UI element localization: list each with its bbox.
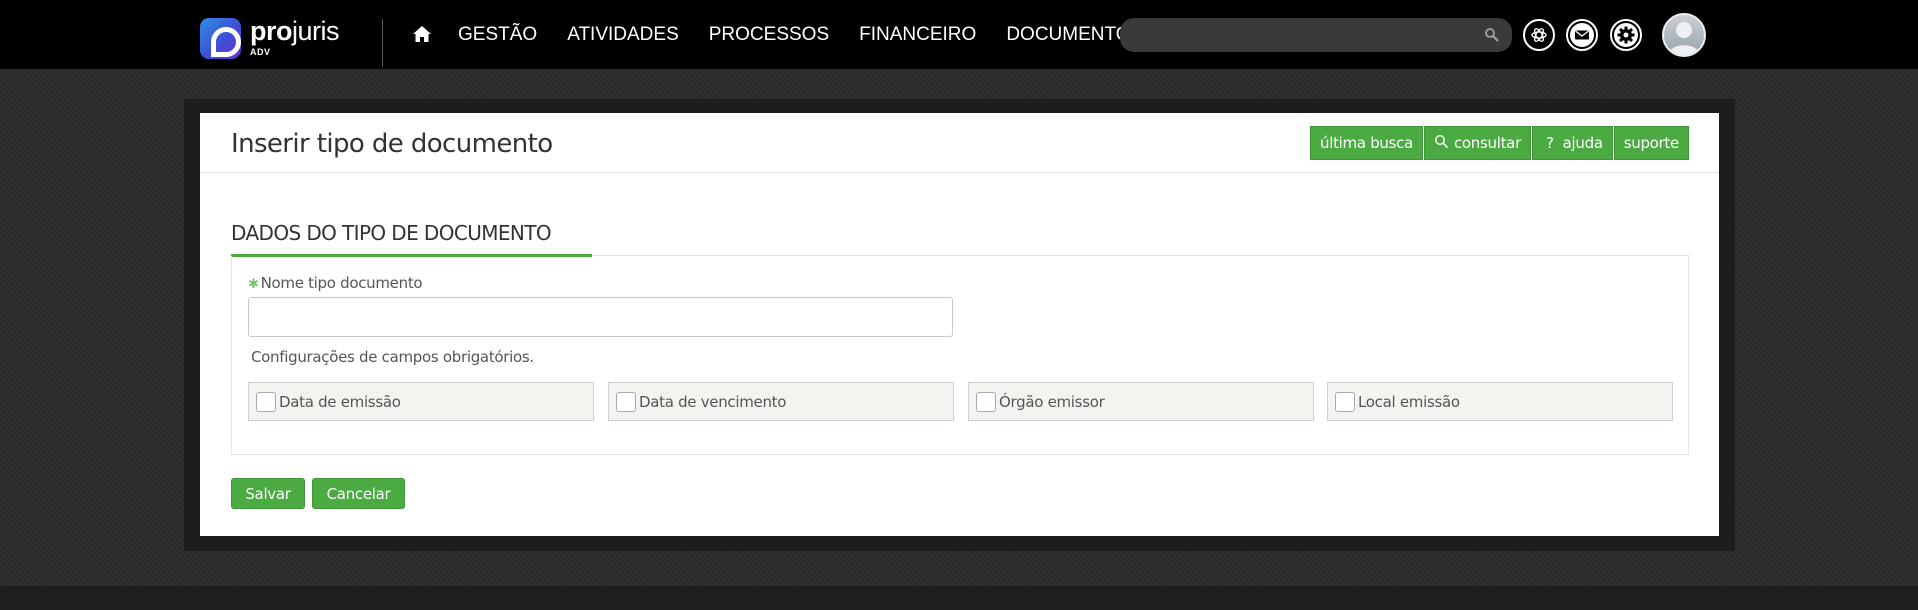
option-label: Data de emissão (279, 392, 401, 411)
checkbox[interactable] (256, 391, 276, 412)
form-panel: Inserir tipo de documento última busca c… (200, 113, 1719, 536)
option-label: Órgão emissor (999, 392, 1105, 411)
nav-item-financeiro[interactable]: FINANCEIRO (859, 24, 976, 46)
search-input[interactable] (1120, 18, 1512, 52)
support-label: suporte (1623, 134, 1680, 152)
nav-item-atividades[interactable]: ATIVIDADES (567, 24, 679, 46)
logo-word-light: juris (292, 16, 340, 46)
footer-strip (0, 586, 1918, 610)
required-fields-hint: Configurações de campos obrigatórios. (251, 348, 534, 366)
cancel-button[interactable]: Cancelar (312, 478, 405, 509)
nav-item-gestao[interactable]: GESTÃO (458, 24, 537, 46)
logo-word-bold: pro (250, 16, 293, 46)
logo-text: projuris ADV (250, 16, 340, 57)
name-field-label-text: Nome tipo documento (260, 274, 423, 292)
panel-header: Inserir tipo de documento última busca c… (200, 113, 1719, 173)
main-nav: GESTÃO ATIVIDADES PROCESSOS FINANCEIRO D… (458, 0, 1173, 69)
last-search-button[interactable]: última busca (1310, 126, 1423, 160)
user-avatar[interactable] (1662, 13, 1706, 57)
mail-icon[interactable] (1566, 19, 1598, 51)
question-icon: ? (1545, 134, 1554, 152)
option-local-emissao[interactable]: Local emissão (1327, 382, 1673, 421)
page-title: Inserir tipo de documento (231, 129, 553, 159)
option-orgao-emissor[interactable]: Órgão emissor (968, 382, 1314, 421)
section-title: DADOS DO TIPO DE DOCUMENTO (231, 221, 552, 245)
global-search (1120, 18, 1512, 52)
last-search-label: última busca (1320, 134, 1413, 152)
header-actions: última busca consultar ? ajuda suporte (1310, 126, 1689, 160)
name-field-label: ✱ Nome tipo documento (248, 274, 423, 292)
consult-button[interactable]: consultar (1423, 126, 1531, 160)
checkbox[interactable] (1335, 391, 1355, 412)
home-icon[interactable] (412, 24, 432, 44)
nav-item-processos[interactable]: PROCESSOS (709, 24, 829, 46)
logo-subtitle: ADV (250, 47, 271, 57)
help-button[interactable]: ? ajuda (1531, 126, 1613, 160)
search-icon[interactable] (1484, 27, 1500, 43)
option-data-emissao[interactable]: Data de emissão (248, 382, 594, 421)
checkbox[interactable] (616, 391, 636, 412)
option-label: Data de vencimento (639, 392, 787, 411)
nav-divider (382, 19, 383, 67)
document-type-name-input[interactable] (248, 297, 953, 337)
help-label: ajuda (1562, 134, 1603, 152)
checkbox[interactable] (976, 391, 996, 412)
required-asterisk-icon: ✱ (248, 277, 259, 292)
option-data-vencimento[interactable]: Data de vencimento (608, 382, 954, 421)
logo-mark-icon (200, 18, 241, 59)
magnifier-icon (1434, 134, 1449, 153)
projuris-logo[interactable]: projuris ADV (200, 18, 360, 62)
ai-assistant-icon[interactable] (1523, 19, 1555, 51)
settings-gear-icon[interactable] (1610, 19, 1642, 51)
option-label: Local emissão (1358, 392, 1460, 411)
save-button[interactable]: Salvar (231, 478, 305, 509)
top-navigation-bar: projuris ADV GESTÃO ATIVIDADES PROCESSOS… (0, 0, 1918, 69)
consult-label: consultar (1453, 134, 1521, 152)
support-button[interactable]: suporte (1613, 126, 1689, 160)
